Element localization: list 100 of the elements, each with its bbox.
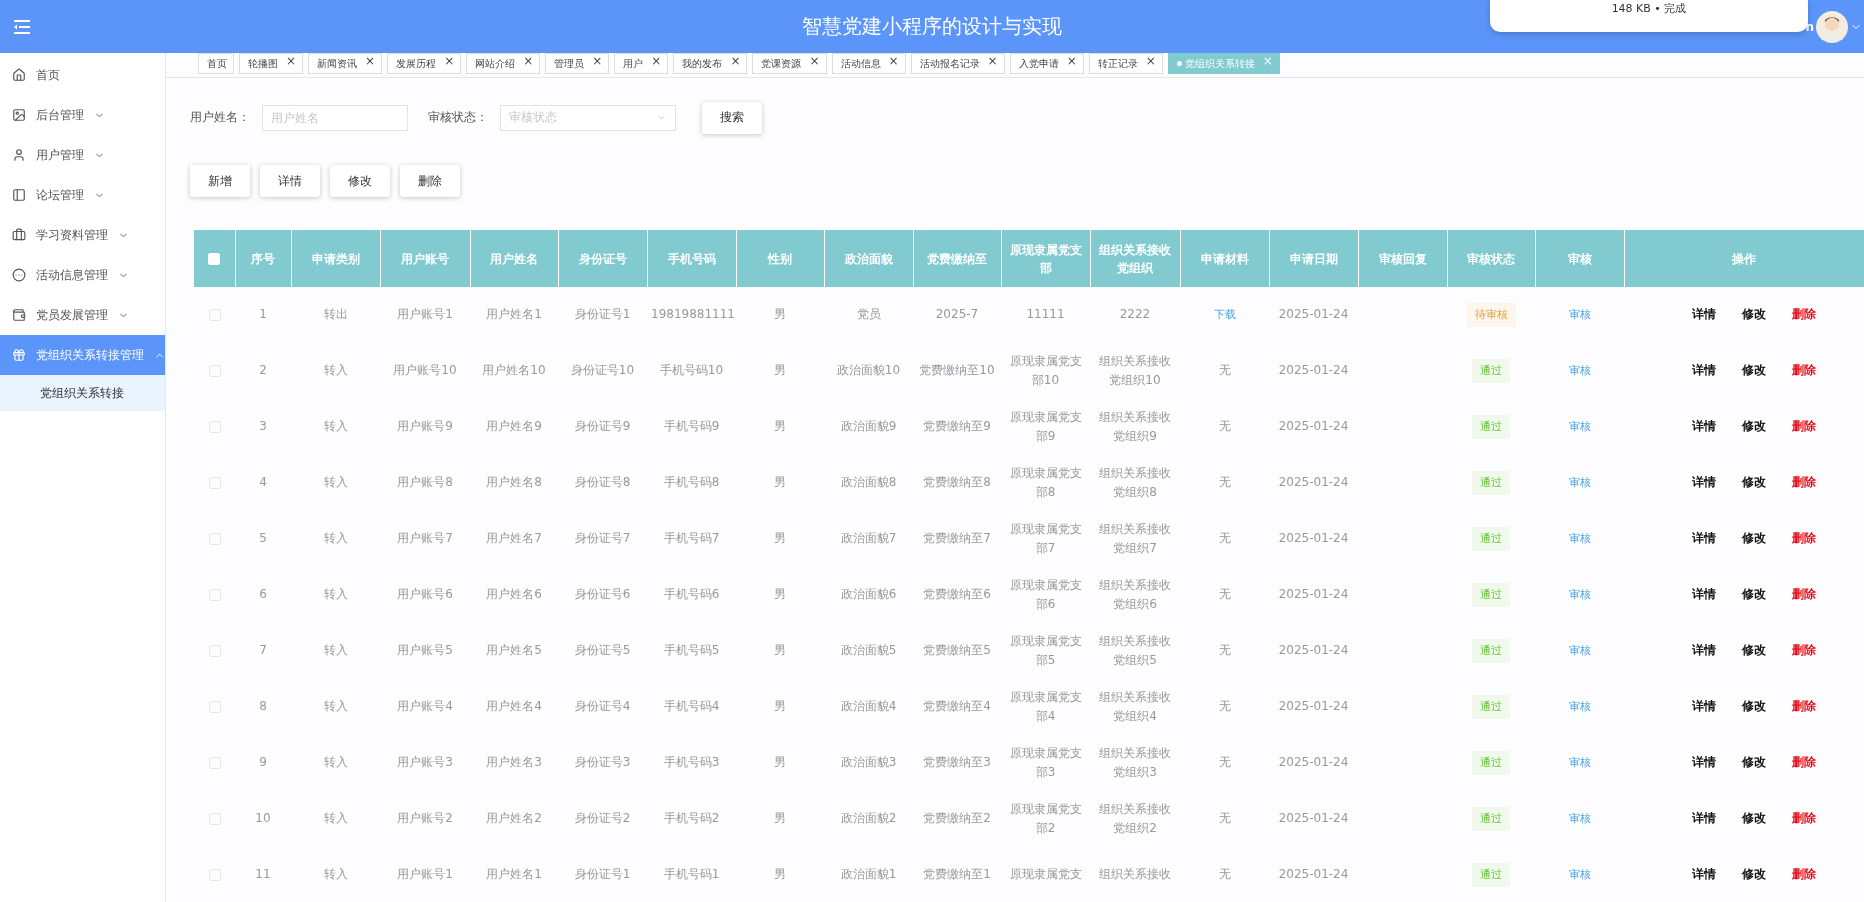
row-action-link[interactable]: 详情	[1692, 529, 1716, 549]
row-action-link[interactable]: 删除	[1792, 361, 1816, 381]
tab[interactable]: 管理员 ×	[545, 53, 610, 74]
action-button[interactable]: 修改	[330, 165, 390, 197]
row-action-link[interactable]: 删除	[1792, 585, 1816, 605]
row-action-link[interactable]: 详情	[1692, 865, 1716, 885]
menu-item-icon	[12, 268, 26, 282]
row-action-link[interactable]: 删除	[1792, 809, 1816, 829]
tab[interactable]: 网站介绍 ×	[466, 53, 541, 74]
menu-icon[interactable]	[14, 19, 30, 34]
column-header: 原现隶属党支部	[1009, 241, 1082, 277]
table-cell-text: 原现隶属党支部3	[1008, 744, 1083, 781]
row-action-link[interactable]: 修改	[1742, 361, 1766, 381]
tab[interactable]: 党课资源 ×	[752, 53, 827, 74]
status-tag: 通过	[1472, 863, 1510, 887]
table-cell-text: 原现隶属党支部2	[1008, 800, 1083, 837]
column-header: 党费缴纳至	[927, 250, 987, 268]
table-cell-text: 党费缴纳至6	[923, 586, 991, 604]
table-cell-text: 用户姓名2	[486, 810, 542, 828]
table-cell-text: 用户姓名6	[486, 586, 542, 604]
table-cell-text: 10	[255, 810, 271, 828]
column-header: 性别	[768, 250, 792, 268]
row-action-link[interactable]: 详情	[1692, 417, 1716, 437]
avatar-icon[interactable]	[1816, 10, 1848, 43]
row-action-link[interactable]: 删除	[1792, 865, 1816, 885]
row-action-link[interactable]: 删除	[1792, 641, 1816, 661]
submenu-item[interactable]: 党组织关系转接	[0, 375, 165, 411]
status-tag: 通过	[1472, 583, 1510, 607]
row-action-link[interactable]: 详情	[1692, 473, 1716, 493]
row-action-link[interactable]: 详情	[1692, 305, 1716, 325]
table-cell-text: 身份证号3	[574, 754, 631, 772]
row-action-link[interactable]: 修改	[1742, 305, 1766, 325]
row-action-link[interactable]: 删除	[1792, 417, 1816, 437]
tab[interactable]: 新闻资讯 ×	[308, 53, 383, 74]
row-action-link[interactable]: 详情	[1692, 641, 1716, 661]
table-cell-text: 原现隶属党支部8	[1008, 464, 1083, 501]
tab[interactable]: 活动信息 ×	[831, 53, 906, 74]
row-action-link[interactable]: 修改	[1742, 809, 1766, 829]
row-action-link[interactable]: 详情	[1692, 809, 1716, 829]
row-action-link[interactable]: 修改	[1742, 417, 1766, 437]
table-cell-text: 用户姓名4	[486, 698, 542, 716]
column-header: 申请类别	[311, 250, 360, 268]
row-action-link[interactable]: 删除	[1792, 697, 1816, 717]
tab[interactable]: 发展历程 ×	[387, 53, 462, 74]
row-action-link[interactable]: 修改	[1742, 865, 1766, 885]
table-cell-text: 无	[1218, 530, 1231, 548]
table-cell-text: 原现隶属党支部4	[1008, 688, 1083, 725]
table-cell-text: 手机号码4	[663, 698, 720, 716]
table-cell-text: 用户账号3	[397, 754, 453, 772]
sidebar-item[interactable]: 党员发展管理	[0, 295, 165, 335]
table-cell-text: 转入	[323, 418, 348, 436]
row-action-link[interactable]: 详情	[1692, 697, 1716, 717]
table-cell-text: 用户账号9	[397, 418, 453, 436]
table-cell-text: 党费缴纳至2	[923, 810, 991, 828]
row-action-link[interactable]: 修改	[1742, 473, 1766, 493]
download-status: 148 KB • 完成	[1611, 1, 1687, 17]
table-cell-text: 身份证号10	[570, 362, 635, 380]
table-cell-text: 用户账号6	[397, 586, 453, 604]
row-action-link[interactable]: 详情	[1692, 361, 1716, 381]
action-button[interactable]: 删除	[400, 165, 460, 197]
tab[interactable]: 我的发布 ×	[673, 53, 748, 74]
table-cell-text: 党费缴纳至7	[923, 530, 991, 548]
row-action-link[interactable]: 删除	[1792, 473, 1816, 493]
table-cell-text: 组织关系接收党组织9	[1098, 408, 1172, 445]
tab[interactable]: 转正记录 ×	[1088, 53, 1163, 74]
row-action-link[interactable]: 详情	[1692, 585, 1716, 605]
row-action-link[interactable]: 修改	[1742, 641, 1766, 661]
tab[interactable]: 首页	[198, 53, 234, 74]
search-button[interactable]: 搜索	[702, 101, 762, 134]
row-action-link[interactable]: 删除	[1792, 529, 1816, 549]
tab[interactable]: 轮播图 ×	[239, 53, 304, 74]
action-button[interactable]: 详情	[260, 165, 320, 197]
row-action-link[interactable]: 修改	[1742, 697, 1766, 717]
sidebar-item[interactable]: 用户管理	[0, 135, 165, 175]
sidebar-item[interactable]: 后台管理	[0, 95, 165, 135]
sidebar-item[interactable]: 论坛管理	[0, 175, 165, 215]
menu-item-icon	[12, 348, 26, 362]
select-all-checkbox[interactable]	[208, 253, 221, 265]
sidebar-item[interactable]: 学习资料管理	[0, 215, 165, 255]
table-cell-text: 组织关系接收党组织3	[1098, 744, 1172, 781]
table-cell-text: 手机号码5	[663, 642, 720, 660]
table-cell-text: 用户姓名8	[486, 474, 542, 492]
row-action-link[interactable]: 修改	[1742, 753, 1766, 773]
row-action-link[interactable]: 删除	[1792, 305, 1816, 325]
row-action-link[interactable]: 删除	[1792, 753, 1816, 773]
sidebar-item[interactable]: 首页	[0, 55, 165, 95]
tab[interactable]: 用户 ×	[614, 53, 669, 74]
sidebar-item[interactable]: 活动信息管理	[0, 255, 165, 295]
table-cell-text: 转入	[323, 586, 348, 604]
table-cell-text: 身份证号2	[574, 810, 631, 828]
table-cell-text: 2222	[1119, 306, 1151, 324]
column-header: 审核状态	[1467, 250, 1515, 268]
row-action-link[interactable]: 修改	[1742, 585, 1766, 605]
table-cell-text: 无	[1218, 642, 1231, 660]
row-action-link[interactable]: 详情	[1692, 753, 1716, 773]
column-header: 申请日期	[1289, 250, 1338, 268]
row-action-link[interactable]: 修改	[1742, 529, 1766, 549]
tab[interactable]: 活动报名记录 ×	[910, 53, 1005, 74]
action-button[interactable]: 新增	[190, 165, 250, 197]
tab[interactable]: 入党申请 ×	[1009, 53, 1084, 74]
